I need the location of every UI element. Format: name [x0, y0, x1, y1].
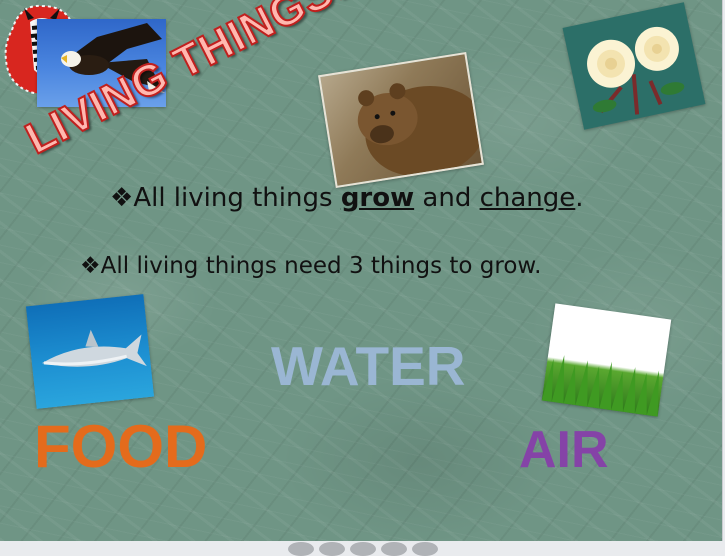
- bullet-marker-icon: ❖: [110, 183, 134, 213]
- nav-dot[interactable]: [381, 542, 407, 556]
- need-air: AIR: [519, 421, 609, 479]
- grass-image: [541, 303, 672, 417]
- bullet1-text-mid: and: [414, 183, 480, 213]
- slide: LIVING THINGS…. ❖All living things grow …: [0, 0, 723, 541]
- bullet2-text: All living things need 3 things to grow.: [100, 253, 542, 279]
- bullet1-text-start: All living things: [133, 183, 341, 213]
- need-water: WATER: [271, 335, 466, 397]
- word-change: change: [479, 183, 576, 213]
- bullet1-text-end: .: [575, 183, 584, 213]
- nav-dot[interactable]: [319, 542, 345, 556]
- bear-image: [318, 51, 484, 189]
- nav-dot[interactable]: [412, 542, 438, 556]
- shark-image: [25, 294, 155, 409]
- slide-navigation-dots[interactable]: [288, 542, 438, 556]
- need-food: FOOD: [34, 413, 208, 480]
- roses-image: [562, 2, 706, 130]
- nav-dot[interactable]: [350, 542, 376, 556]
- bullet-marker-icon: ❖: [80, 253, 101, 279]
- bullet-three-needs: ❖All living things need 3 things to grow…: [80, 253, 541, 279]
- word-grow: grow: [340, 183, 415, 213]
- bullet-grow-change: ❖All living things grow and change.: [110, 183, 584, 213]
- nav-dot[interactable]: [288, 542, 314, 556]
